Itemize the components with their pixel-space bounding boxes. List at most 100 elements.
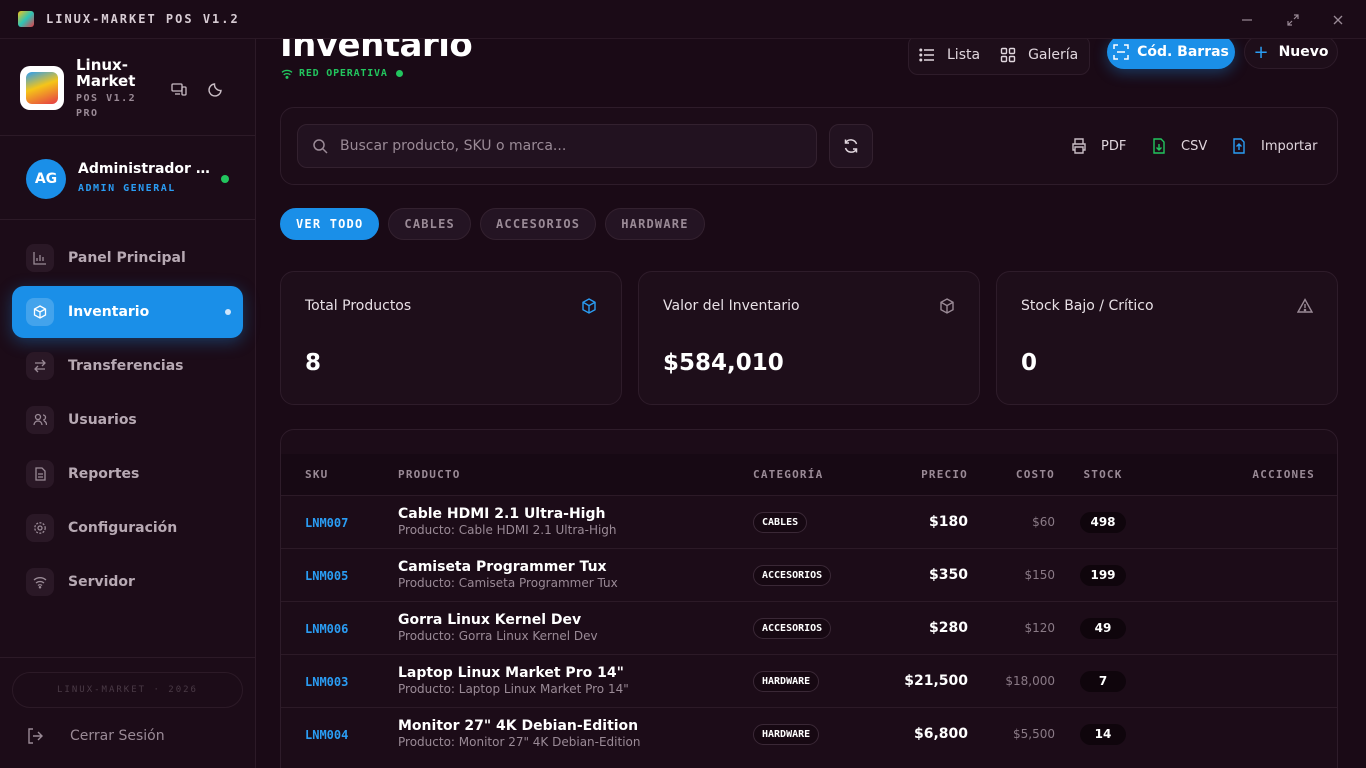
row-cost: $150 bbox=[1024, 567, 1055, 582]
minimize-button[interactable] bbox=[1224, 0, 1270, 39]
sidebar-item-reportes[interactable]: Reportes bbox=[12, 448, 243, 500]
refresh-button[interactable] bbox=[829, 124, 873, 168]
export-pdf-button[interactable]: PDF bbox=[1071, 136, 1126, 156]
row-sku[interactable]: LNM003 bbox=[305, 675, 348, 689]
sidebar-item-label: Panel Principal bbox=[68, 250, 186, 266]
row-cost: $18,000 bbox=[1005, 673, 1055, 688]
filter-chip-cables[interactable]: CABLES bbox=[388, 208, 471, 240]
view-toggle: Lista Galería bbox=[908, 39, 1090, 75]
row-sku[interactable]: LNM006 bbox=[305, 622, 348, 636]
network-status: RED OPERATIVA bbox=[281, 68, 403, 79]
user-role: ADMIN GENERAL bbox=[78, 183, 176, 194]
window-titlebar: LINUX-MARKET POS V1.2 bbox=[0, 0, 1366, 39]
logout-icon bbox=[28, 728, 43, 744]
warning-icon bbox=[1297, 298, 1313, 313]
stat-value: 8 bbox=[305, 350, 322, 376]
devices-toggle-button[interactable] bbox=[171, 81, 189, 99]
table-row[interactable]: LNM005 Camiseta Programmer Tux Producto: … bbox=[281, 548, 1337, 601]
user-panel[interactable]: AG Administrador General ADMIN GENERAL bbox=[0, 136, 255, 220]
search-icon bbox=[313, 139, 328, 154]
list-icon bbox=[919, 48, 934, 62]
col-price[interactable]: PRECIO bbox=[873, 454, 968, 495]
col-product[interactable]: PRODUCTO bbox=[398, 454, 753, 495]
scan-icon bbox=[1113, 44, 1129, 60]
row-product-name: Gorra Linux Kernel Dev bbox=[398, 612, 582, 628]
import-button[interactable]: Importar bbox=[1231, 136, 1317, 156]
view-gallery-button[interactable]: Galería bbox=[990, 39, 1088, 71]
app-icon bbox=[18, 11, 34, 27]
row-actions bbox=[1151, 601, 1337, 654]
col-category[interactable]: CATEGORÍA bbox=[753, 454, 873, 495]
table-header-row: SKU PRODUCTO CATEGORÍA PRECIO COSTO STOC… bbox=[281, 454, 1337, 495]
maximize-button[interactable] bbox=[1270, 0, 1316, 39]
row-price: $6,800 bbox=[913, 725, 968, 742]
printer-icon bbox=[1072, 138, 1086, 154]
row-product-sub: Producto: Camiseta Programmer Tux bbox=[398, 576, 618, 590]
stat-value: 0 bbox=[1021, 350, 1038, 376]
grid-icon bbox=[1000, 47, 1016, 63]
devices-icon bbox=[171, 83, 187, 96]
view-gallery-label: Galería bbox=[1028, 47, 1079, 63]
active-indicator bbox=[225, 309, 231, 315]
row-stock-badge: 7 bbox=[1080, 670, 1126, 692]
row-sku[interactable]: LNM007 bbox=[305, 516, 348, 530]
sidebar-item-label: Inventario bbox=[68, 304, 150, 320]
row-product-sub: Producto: Monitor 27" 4K Debian-Edition bbox=[398, 735, 641, 750]
row-sku[interactable]: LNM004 bbox=[305, 728, 348, 742]
row-actions bbox=[1151, 707, 1337, 760]
row-price: $280 bbox=[929, 619, 968, 636]
row-sku[interactable]: LNM005 bbox=[305, 569, 348, 583]
sidebar-item-label: Configuración bbox=[68, 520, 178, 536]
sidebar-item-label: Servidor bbox=[68, 574, 135, 590]
box-icon bbox=[582, 298, 596, 314]
filter-chip-all[interactable]: VER TODO bbox=[280, 208, 380, 240]
col-cost[interactable]: COSTO bbox=[968, 454, 1055, 495]
row-category-badge: ACCESORIOS bbox=[753, 565, 832, 586]
filter-chip-hardware[interactable]: HARDWARE bbox=[605, 208, 705, 240]
filter-chip-accesorios[interactable]: ACCESORIOS bbox=[479, 208, 597, 240]
sidebar-item-usuarios[interactable]: Usuarios bbox=[12, 394, 243, 446]
col-stock[interactable]: STOCK bbox=[1055, 454, 1151, 495]
avatar: AG bbox=[26, 159, 66, 199]
brand-name: Linux-Market bbox=[76, 56, 136, 90]
box-icon bbox=[940, 298, 954, 314]
row-stock-badge: 49 bbox=[1080, 617, 1126, 639]
sidebar-item-inventario[interactable]: Inventario bbox=[12, 286, 243, 338]
table-row[interactable]: LNM007 Cable HDMI 2.1 Ultra-High Producto… bbox=[281, 495, 1337, 548]
brand-version: POS V1.2 PRO bbox=[76, 93, 137, 119]
row-product-sub: Producto: Cable HDMI 2.1 Ultra-High bbox=[398, 523, 617, 537]
app-logo bbox=[20, 66, 64, 110]
col-sku[interactable]: SKU bbox=[281, 454, 398, 495]
stat-card-total-products: Total Productos 8 bbox=[280, 271, 622, 405]
sidebar: Linux-Market POS V1.2 PRO AG Administrad… bbox=[0, 39, 256, 768]
products-table: SKU PRODUCTO CATEGORÍA PRECIO COSTO STOC… bbox=[281, 454, 1337, 760]
export-csv-button[interactable]: CSV bbox=[1151, 136, 1207, 156]
row-price: $180 bbox=[929, 513, 968, 530]
row-product-name: Camiseta Programmer Tux bbox=[398, 559, 607, 575]
table-row[interactable]: LNM003 Laptop Linux Market Pro 14" Produc… bbox=[281, 654, 1337, 707]
table-row[interactable]: LNM006 Gorra Linux Kernel Dev Producto: G… bbox=[281, 601, 1337, 654]
view-list-button[interactable]: Lista bbox=[909, 39, 990, 71]
search-input[interactable] bbox=[340, 138, 780, 154]
close-button[interactable] bbox=[1315, 0, 1361, 39]
search-box bbox=[297, 124, 817, 168]
sidebar-item-servidor[interactable]: Servidor bbox=[12, 556, 243, 608]
products-table-card: SKU PRODUCTO CATEGORÍA PRECIO COSTO STOC… bbox=[280, 429, 1338, 768]
box-icon bbox=[26, 298, 54, 326]
gear-icon bbox=[26, 514, 54, 542]
logout-button[interactable]: Cerrar Sesión bbox=[26, 723, 165, 749]
row-cost: $120 bbox=[1024, 620, 1055, 635]
sidebar-item-transferencias[interactable]: Transferencias bbox=[12, 340, 243, 392]
sidebar-item-panel-principal[interactable]: Panel Principal bbox=[12, 232, 243, 284]
barcode-button[interactable]: Cód. Barras bbox=[1107, 39, 1235, 69]
row-cost: $5,500 bbox=[1013, 726, 1055, 741]
barcode-label: Cód. Barras bbox=[1137, 44, 1229, 60]
table-row[interactable]: LNM004 Monitor 27" 4K Debian-Edition Prod… bbox=[281, 707, 1337, 760]
sidebar-item-configuracion[interactable]: Configuración bbox=[12, 502, 243, 554]
row-product-name: Monitor 27" 4K Debian-Edition bbox=[398, 718, 639, 735]
online-indicator bbox=[221, 175, 229, 183]
theme-toggle-button[interactable] bbox=[208, 81, 226, 99]
new-product-button[interactable]: + Nuevo bbox=[1244, 39, 1338, 69]
sidebar-item-label: Transferencias bbox=[68, 358, 184, 374]
col-actions: ACCIONES bbox=[1252, 467, 1315, 481]
